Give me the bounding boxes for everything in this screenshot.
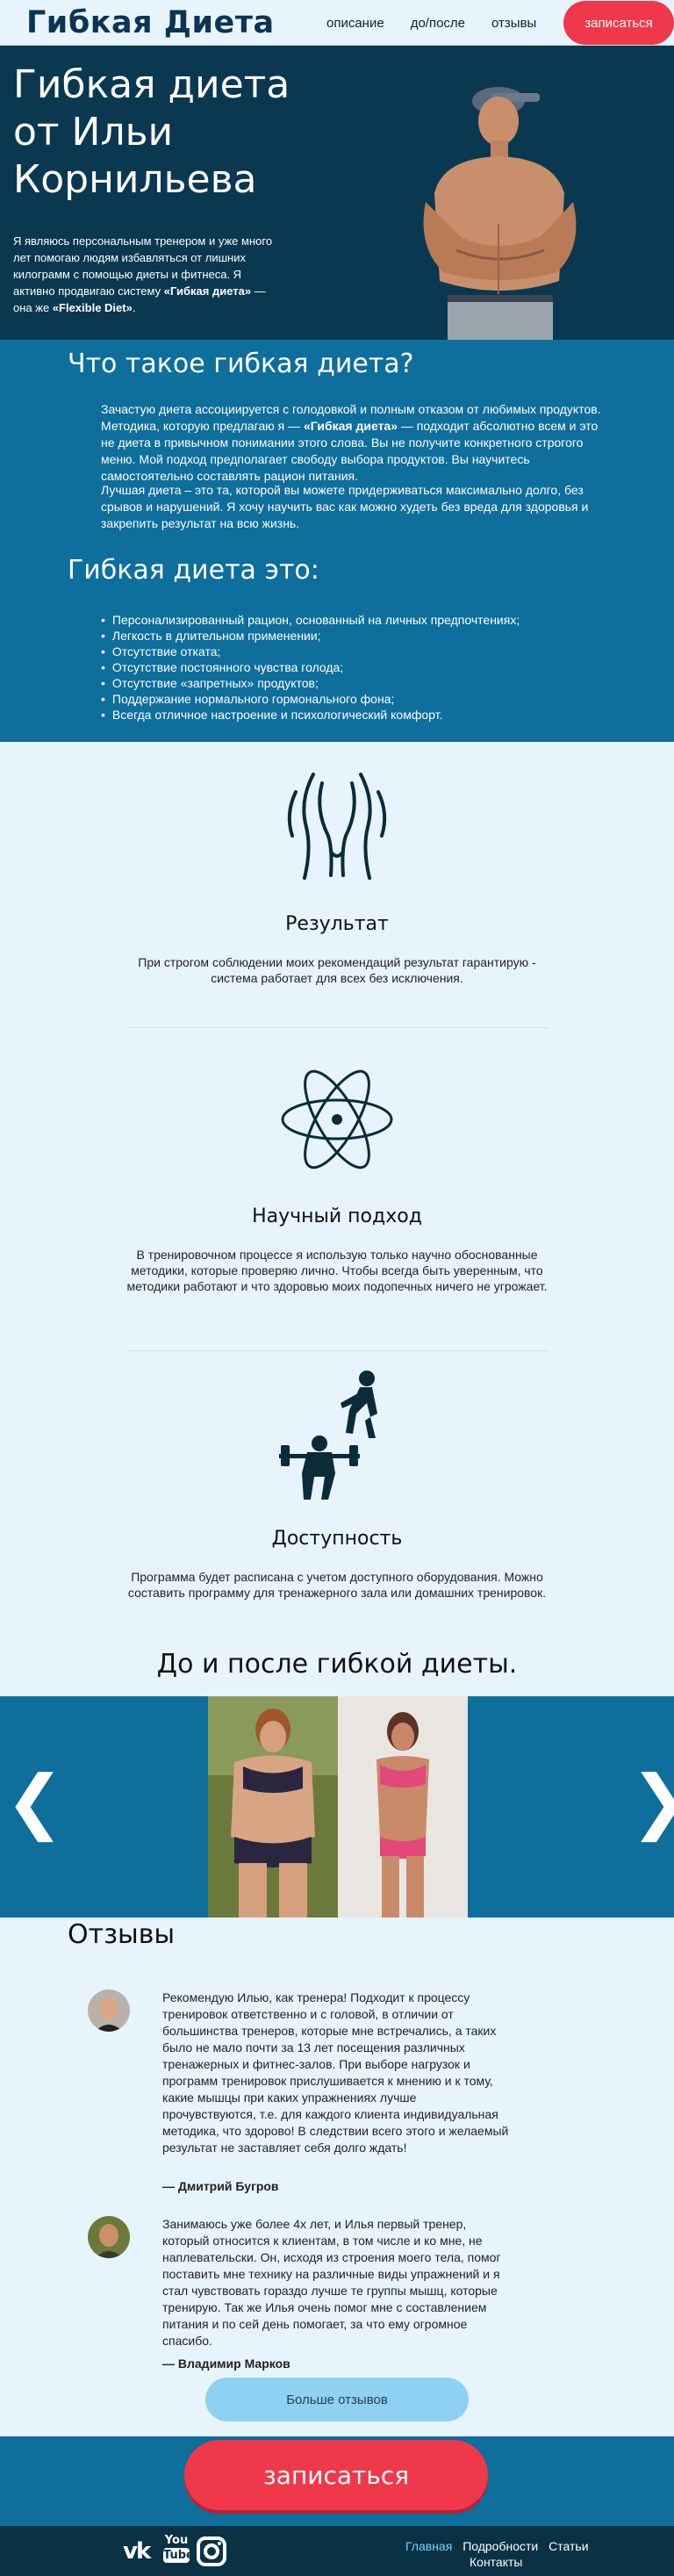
- gallery-next-button[interactable]: ❯: [630, 1767, 674, 1837]
- nav-link-description[interactable]: описание: [326, 16, 384, 31]
- feature-science: Научный подход В тренировочном процессе …: [0, 1205, 674, 1294]
- feature-title: Доступность: [271, 1528, 403, 1550]
- divider: [127, 1027, 549, 1028]
- list-item: Всегда отличное настроение и психологиче…: [101, 707, 610, 723]
- feature-accessibility: Доступность Программа будет расписана с …: [0, 1528, 674, 1601]
- avatar: [88, 2216, 130, 2258]
- workout-icon: [279, 1371, 377, 1500]
- hero-intro: Я являюсь персональным тренером и уже мн…: [13, 234, 273, 314]
- before-after-gallery: ❮ ❯: [0, 1696, 674, 1918]
- site-logo[interactable]: Гибкая Диета: [26, 5, 275, 40]
- list-item: Отсутствие отката;: [101, 644, 610, 659]
- list-item: Легкость в длительном применении;: [101, 628, 610, 644]
- flexible-diet-is-title: Гибкая диета это:: [68, 555, 319, 586]
- atom-icon: [281, 1069, 393, 1169]
- feature-text: При строгом соблюдении моих рекомендаций…: [138, 955, 536, 985]
- gallery-prev-button[interactable]: ❮: [5, 1767, 64, 1837]
- what-is-paragraph-1: Зачастую диета ассоциируется с голодовко…: [101, 402, 601, 483]
- review-author: — Владимир Марков: [162, 2357, 290, 2371]
- divider: [127, 1350, 549, 1351]
- before-after-title: До и после гибкой диеты.: [156, 1649, 518, 1680]
- feature-title: Результат: [285, 913, 389, 935]
- feature-result: Результат При строгом соблюдении моих ре…: [0, 913, 674, 986]
- list-item: Отсутствие постоянного чувства голода;: [101, 659, 610, 675]
- footer: vk You Tube Главная Подробности Статьи Ко…: [0, 2526, 674, 2576]
- hero-title: Гибкая диета от Ильи Корнильева: [13, 62, 290, 202]
- trainer-photo: [423, 87, 577, 340]
- what-is-section: Что такое гибкая диета? Зачастую диета а…: [0, 340, 674, 742]
- before-photo: [208, 1696, 338, 1918]
- what-is-paragraph-2: Лучшая диета – это та, которой вы можете…: [101, 483, 589, 530]
- nav-link-before-after[interactable]: до/после: [411, 16, 465, 31]
- benefits-list: Персонализированный рацион, основанный н…: [101, 612, 610, 723]
- body-shape-icon: [287, 773, 387, 880]
- footer-link-details[interactable]: Подробности: [462, 2539, 538, 2553]
- feature-text: Программа будет расписана с учетом досту…: [127, 1570, 547, 1600]
- hero-section: Гибкая диета от Ильи Корнильева Я являюс…: [0, 46, 674, 340]
- review-text: Занимаюсь уже более 4х лет, и Илья первы…: [162, 2217, 501, 2348]
- feature-title: Научный подход: [252, 1205, 422, 1227]
- reviews-title: Отзывы: [68, 1919, 176, 1950]
- what-is-title: Что такое гибкая диета?: [68, 349, 414, 379]
- list-item: Персонализированный рацион, основанный н…: [101, 612, 610, 628]
- feature-text: В тренировочном процессе я использую тол…: [126, 1248, 548, 1293]
- nav-link-reviews[interactable]: отзывы: [491, 16, 536, 31]
- footer-link-home[interactable]: Главная: [405, 2539, 452, 2553]
- list-item: Отсутствие «запретных» продуктов;: [101, 675, 610, 691]
- more-reviews-button[interactable]: Больше отзывов: [205, 2378, 469, 2421]
- main-nav: описание до/после отзывы: [326, 0, 536, 46]
- signup-button-main[interactable]: записаться: [184, 2440, 488, 2510]
- list-item: Поддержание нормального гормонального фо…: [101, 691, 610, 707]
- vk-icon[interactable]: vk: [123, 2538, 151, 2565]
- footer-link-contacts[interactable]: Контакты: [470, 2555, 522, 2569]
- footer-nav: Главная Подробности Статьи Контакты: [405, 2538, 596, 2570]
- youtube-icon[interactable]: You Tube: [163, 2533, 194, 2563]
- review-text: Рекомендую Илью, как тренера! Подходит к…: [162, 1990, 509, 2155]
- avatar: [88, 1990, 130, 2032]
- footer-link-articles[interactable]: Статьи: [549, 2539, 588, 2553]
- signup-button-header[interactable]: записаться: [563, 1, 674, 45]
- review-author: — Дмитрий Бугров: [162, 2179, 279, 2193]
- after-photo: [338, 1696, 468, 1918]
- instagram-icon[interactable]: [197, 2536, 226, 2566]
- top-header: Гибкая Диета описание до/после отзывы за…: [0, 0, 674, 46]
